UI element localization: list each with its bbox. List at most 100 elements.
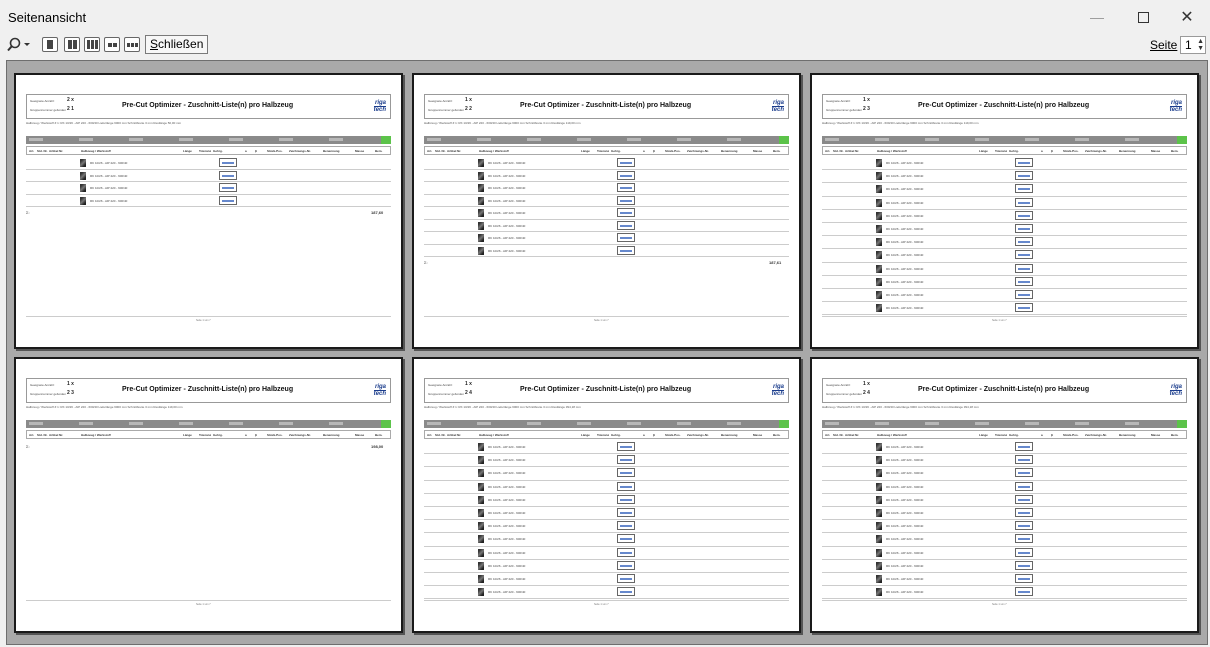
column-header: Masse — [753, 149, 763, 153]
profile-icon — [876, 588, 882, 597]
miter-icon — [1015, 534, 1033, 544]
table-row: RK 10/26 - AlP 220 - 600/40 — [822, 454, 1187, 468]
column-header: Benennung — [1119, 433, 1136, 437]
miter-icon — [617, 233, 635, 242]
footer-page-number: Seite 1 von 7 — [196, 319, 211, 322]
column-header: Länge — [581, 149, 590, 153]
table-row: RK 10/26 - AlP 220 - 600/40 — [822, 157, 1187, 171]
miter-icon — [219, 170, 237, 180]
page-spinner[interactable]: 1 ▲ ▼ — [1180, 36, 1206, 54]
sum-label: Σ: — [424, 260, 428, 265]
column-header: Zeichnungs-Nr. — [687, 433, 709, 437]
page-footer: Seite 1 von 7 — [822, 600, 1187, 614]
table-row: RK 10/26 - AlP 220 - 600/40 — [424, 157, 789, 170]
column-header: Benennung — [1119, 149, 1136, 153]
row-material: RK 10/26 - AlP 220 - 600/40 — [886, 484, 924, 489]
profile-icon — [478, 456, 484, 465]
sum-value: 187,61 — [769, 260, 782, 265]
miter-icon — [1015, 481, 1033, 491]
row-material: RK 10/26 - AlP 220 - 600/40 — [488, 458, 526, 463]
row-material: RK 10/26 - AlP 220 - 600/40 — [488, 236, 526, 240]
table-row: RK 10/26 - AlP 220 - 600/40 — [822, 289, 1187, 303]
preview-page[interactable]: Geeignete Anzahl: 2 x Gruppennummer gefund… — [14, 73, 403, 349]
column-header: a — [245, 149, 247, 153]
close-label: chließen — [158, 37, 204, 51]
table-row: RK 10/26 - AlP 220 - 600/40 — [424, 245, 789, 257]
table-row: RK 10/26 - AlP 220 - 600/40 — [822, 302, 1187, 316]
table-row: RK 10/26 - AlP 220 - 600/40 — [424, 533, 789, 547]
sheet-value: 2 2 — [465, 106, 472, 112]
sum-row: Σ: 198,00 — [26, 444, 383, 449]
page-report-title: Pre-Cut Optimizer - Zuschnitt-Liste(n) p… — [918, 386, 1090, 393]
row-material: RK 10/26 - AlP 220 - 600/40 — [488, 537, 526, 542]
count-value: 1 x — [863, 97, 870, 103]
row-material: RK 10/26 - AlP 220 - 600/40 — [886, 537, 924, 542]
close-window-button[interactable]: ✕ — [1164, 0, 1210, 34]
close-preview-button[interactable]: Schließen — [145, 35, 209, 54]
row-material: RK 10/26 - AlP 220 - 600/40 — [488, 471, 526, 476]
column-header: Artikel Nr. — [447, 149, 462, 153]
preview-page[interactable]: Geeignete Anzahl: 1 x Gruppennummer gefund… — [14, 357, 403, 633]
spinner-arrows-icon[interactable]: ▲ ▼ — [1197, 38, 1204, 52]
miter-icon — [1015, 455, 1033, 465]
row-material: RK 10/26 - AlP 220 - 600/40 — [886, 550, 924, 555]
miter-icon — [1015, 263, 1033, 273]
miter-icon — [617, 534, 635, 544]
four-pages-button[interactable] — [104, 37, 120, 52]
column-header: Benennung — [323, 149, 340, 153]
two-pages-button[interactable] — [64, 37, 80, 52]
three-pages-button[interactable] — [84, 37, 100, 52]
miter-icon — [1015, 521, 1033, 531]
column-header: Masse — [753, 433, 763, 437]
page-footer: Seite 1 von 7 — [26, 600, 391, 614]
row-material: RK 10/26 - AlP 220 - 600/40 — [886, 213, 924, 218]
column-header: Stück-Pos. — [267, 149, 283, 153]
column-header: Länge — [979, 149, 988, 153]
count-value: 1 x — [863, 381, 870, 387]
table-row: RK 10/26 - AlP 220 - 600/40 — [822, 560, 1187, 573]
row-material: RK 10/26 - AlP 220 - 600/40 — [886, 577, 924, 581]
column-header: Masse — [1151, 433, 1161, 437]
row-material: RK 10/26 - AlP 220 - 600/40 — [488, 563, 526, 568]
sheet-value: 2 4 — [465, 390, 472, 396]
row-material: RK 10/26 - AlP 220 - 600/40 — [488, 161, 526, 165]
page-report-title: Pre-Cut Optimizer - Zuschnitt-Liste(n) p… — [520, 102, 692, 109]
preview-page[interactable]: Geeignete Anzahl: 1 x Gruppennummer gefund… — [810, 73, 1199, 349]
column-header: Art. — [427, 149, 433, 153]
company-logo: riga tech — [771, 384, 784, 397]
page-number-value: 1 — [1185, 38, 1192, 52]
print-preview-area[interactable]: Geeignete Anzahl: 2 x Gruppennummer gefund… — [6, 60, 1208, 645]
row-material: RK 10/26 - AlP 220 - 600/40 — [886, 458, 924, 463]
profile-icon — [478, 221, 484, 230]
six-pages-button[interactable] — [124, 37, 140, 52]
column-header: Benennung — [721, 433, 738, 437]
preview-page[interactable]: Geeignete Anzahl: 1 x Gruppennummer gefund… — [810, 357, 1199, 633]
preview-page[interactable]: Geeignete Anzahl: 1 x Gruppennummer gefund… — [412, 73, 801, 349]
profile-icon — [876, 469, 882, 478]
column-header: Art. — [29, 149, 35, 153]
one-page-button[interactable] — [42, 37, 58, 52]
column-header: Stück-Pos. — [267, 433, 283, 437]
sum-row: Σ: 187,61 — [424, 260, 781, 265]
column-header: Gehrg. — [1009, 433, 1019, 437]
row-material: RK 10/26 - AlP 220 - 600/40 — [90, 198, 128, 203]
miter-icon — [617, 455, 635, 465]
column-header: Bem. — [773, 149, 781, 153]
count-value: 1 x — [465, 97, 472, 103]
material-info: Halbzeug / Werkstoff # 1: RK 10/26 - AlP… — [26, 121, 182, 125]
sheet-label: Gruppennummer gefunden — [826, 392, 863, 396]
column-header: Masse — [1151, 149, 1161, 153]
sheet-value: 2 4 — [863, 390, 870, 396]
column-header: Artikel Nr. — [845, 149, 860, 153]
miter-icon — [617, 220, 635, 230]
miter-icon — [1015, 171, 1033, 181]
sheet-value: 2 3 — [863, 106, 870, 112]
column-header: Bem. — [773, 433, 781, 437]
preview-page[interactable]: Geeignete Anzahl: 1 x Gruppennummer gefund… — [412, 357, 801, 633]
minimize-button[interactable]: — — [1074, 0, 1120, 34]
zoom-dropdown[interactable] — [6, 36, 36, 54]
profile-icon — [876, 172, 882, 181]
profile-icon — [876, 548, 882, 557]
row-material: RK 10/26 - AlP 220 - 600/40 — [488, 211, 526, 215]
maximize-button[interactable] — [1120, 0, 1166, 34]
